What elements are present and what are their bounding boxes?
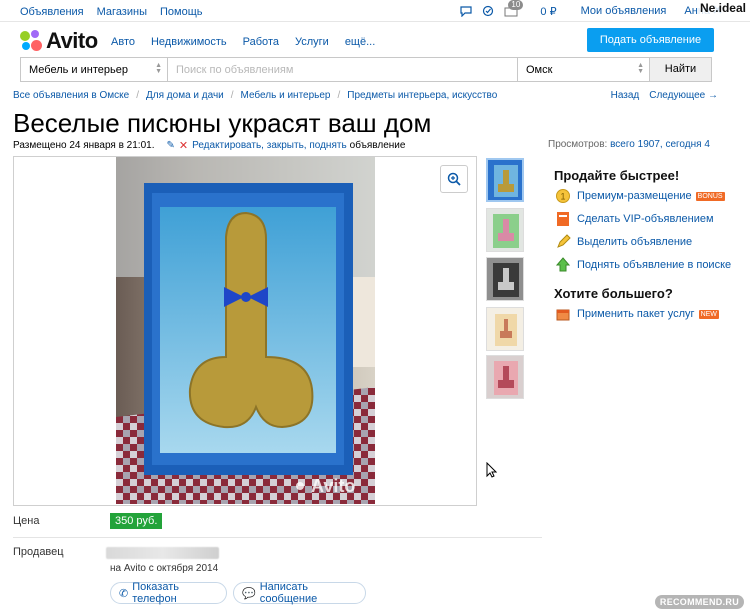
seller-label: Продавец (13, 546, 64, 558)
highlight-label: Выделить объявление (577, 236, 693, 248)
highlight-option[interactable]: Выделить объявление (555, 234, 692, 250)
chat-icon[interactable] (460, 5, 473, 17)
site-watermark: RECOMMEND.RU (654, 595, 744, 609)
package-icon (555, 306, 571, 322)
mouse-cursor-icon (486, 462, 497, 478)
edit-links[interactable]: Редактировать, закрыть, поднять (192, 140, 347, 151)
thumbnail[interactable] (486, 355, 524, 399)
search-button[interactable]: Найти (650, 58, 711, 81)
sell-faster-heading: Продайте быстрее! (554, 168, 680, 183)
breadcrumb-item[interactable]: Предметы интерьера, искусство (347, 90, 497, 101)
nav-link-ads[interactable]: Объявления (20, 6, 84, 18)
premium-option[interactable]: 1 Премиум-размещение BONUS (555, 188, 725, 204)
coin-icon: 1 (555, 188, 571, 204)
price-badge: 350 руб. (110, 513, 163, 529)
notifications-icon[interactable]: 10 (504, 0, 524, 18)
city-select[interactable]: Омск ▲ ▼ (518, 58, 650, 81)
seller-since: на Avito с октября 2014 (110, 563, 219, 574)
vip-label: Сделать VIP-объявлением (577, 213, 714, 225)
search-bar: Мебель и интерьер ▲ ▼ Поиск по объявления… (20, 57, 712, 82)
logo-text: Avito (46, 28, 98, 53)
breadcrumb-item[interactable]: Мебель и интерьер (241, 90, 331, 101)
vip-option[interactable]: Сделать VIP-объявлением (555, 211, 714, 227)
category-select[interactable]: Мебель и интерьер ▲ ▼ (21, 58, 168, 81)
nav-realty[interactable]: Недвижимость (151, 36, 227, 48)
main-photo[interactable]: Avito (116, 157, 375, 504)
posted-info: Размещено 24 января в 21:01. ✎ ✕ Редакти… (13, 139, 405, 152)
divider (13, 537, 542, 538)
search-input[interactable]: Поиск по объявлениям (168, 58, 518, 81)
new-badge: NEW (698, 309, 719, 319)
balance[interactable]: 0 ₽ (540, 5, 556, 18)
top-bar: Объявления Магазины Помощь 10 0 ₽ Мои об… (0, 0, 750, 22)
premium-label: Премиум-размещение (577, 190, 692, 202)
favorites-icon[interactable] (482, 5, 494, 17)
breadcrumb-item[interactable]: Все объявления в Омске (13, 90, 129, 101)
close-icon[interactable]: ✕ (179, 139, 188, 152)
thumbnail[interactable] (486, 307, 524, 351)
raise-option[interactable]: Поднять объявление в поиске (555, 257, 731, 273)
back-link[interactable]: Назад (611, 90, 640, 101)
views-label: Просмотров: (548, 139, 608, 150)
next-link[interactable]: Следующее → (649, 90, 718, 101)
thumbnail[interactable] (486, 257, 524, 301)
want-more-heading: Хотите большего? (554, 286, 673, 301)
photo-watermark: Avito (311, 476, 355, 496)
nav-link-help[interactable]: Помощь (160, 6, 203, 18)
post-ad-button[interactable]: Подать объявление (587, 28, 714, 52)
prev-next-nav: Назад Следующее → (611, 90, 718, 101)
user-overlay-label: Ne.ideal (697, 1, 748, 15)
zoom-icon (447, 172, 461, 186)
thumbnail[interactable] (486, 208, 524, 252)
edit-pencil-icon[interactable]: ✎ (166, 140, 174, 151)
message-icon: 💬 (242, 587, 256, 600)
posted-date: Размещено 24 января в 21:01. (13, 140, 155, 151)
edit-suffix: объявление (349, 140, 406, 151)
select-arrows-icon: ▲ ▼ (155, 62, 162, 75)
nav-jobs[interactable]: Работа (243, 36, 279, 48)
nav-auto[interactable]: Авто (111, 36, 135, 48)
arrow-up-icon (555, 257, 571, 273)
breadcrumb-item[interactable]: Для дома и дачи (146, 90, 224, 101)
select-arrows-icon: ▲ ▼ (637, 62, 644, 75)
main-nav: Авто Недвижимость Работа Услуги ещё... (111, 36, 391, 48)
views-value[interactable]: всего 1907, сегодня 4 (610, 139, 710, 150)
my-ads-link[interactable]: Мои объявления (581, 5, 667, 17)
write-message-label: Написать сообщение (259, 581, 318, 605)
notifications-badge: 10 (508, 0, 524, 10)
vip-icon (555, 211, 571, 227)
nav-services[interactable]: Услуги (295, 36, 329, 48)
logo-dots-icon (20, 30, 42, 52)
show-phone-button[interactable]: ✆ Показать телефон (110, 581, 227, 605)
show-phone-label: Показать телефон (132, 581, 179, 605)
package-label: Применить пакет услуг (577, 308, 695, 320)
page-title: Веселые писюны украсят ваш дом (13, 108, 432, 138)
category-value: Мебель и интерьер (29, 64, 128, 76)
bonus-badge: BONUS (695, 191, 725, 201)
views-counter: Просмотров: всего 1907, сегодня 4 (548, 139, 710, 150)
breadcrumb: Все объявления в Омске / Для дома и дачи /… (13, 90, 498, 101)
phone-icon: ✆ (119, 587, 129, 600)
nav-more[interactable]: ещё... (345, 36, 375, 48)
write-message-button[interactable]: 💬 Написать сообщение (233, 581, 366, 605)
city-value: Омск (526, 64, 553, 76)
package-option[interactable]: Применить пакет услуг NEW (555, 306, 719, 322)
marker-icon (555, 234, 571, 250)
nav-link-shops[interactable]: Магазины (97, 6, 147, 18)
zoom-button[interactable] (440, 165, 468, 193)
svg-text:1: 1 (561, 192, 566, 202)
avito-logo[interactable]: Avito (20, 28, 98, 54)
seller-name-redacted[interactable] (106, 547, 219, 559)
price-label: Цена (13, 515, 40, 527)
thumbnail[interactable] (486, 158, 524, 202)
raise-label: Поднять объявление в поиске (577, 259, 732, 271)
